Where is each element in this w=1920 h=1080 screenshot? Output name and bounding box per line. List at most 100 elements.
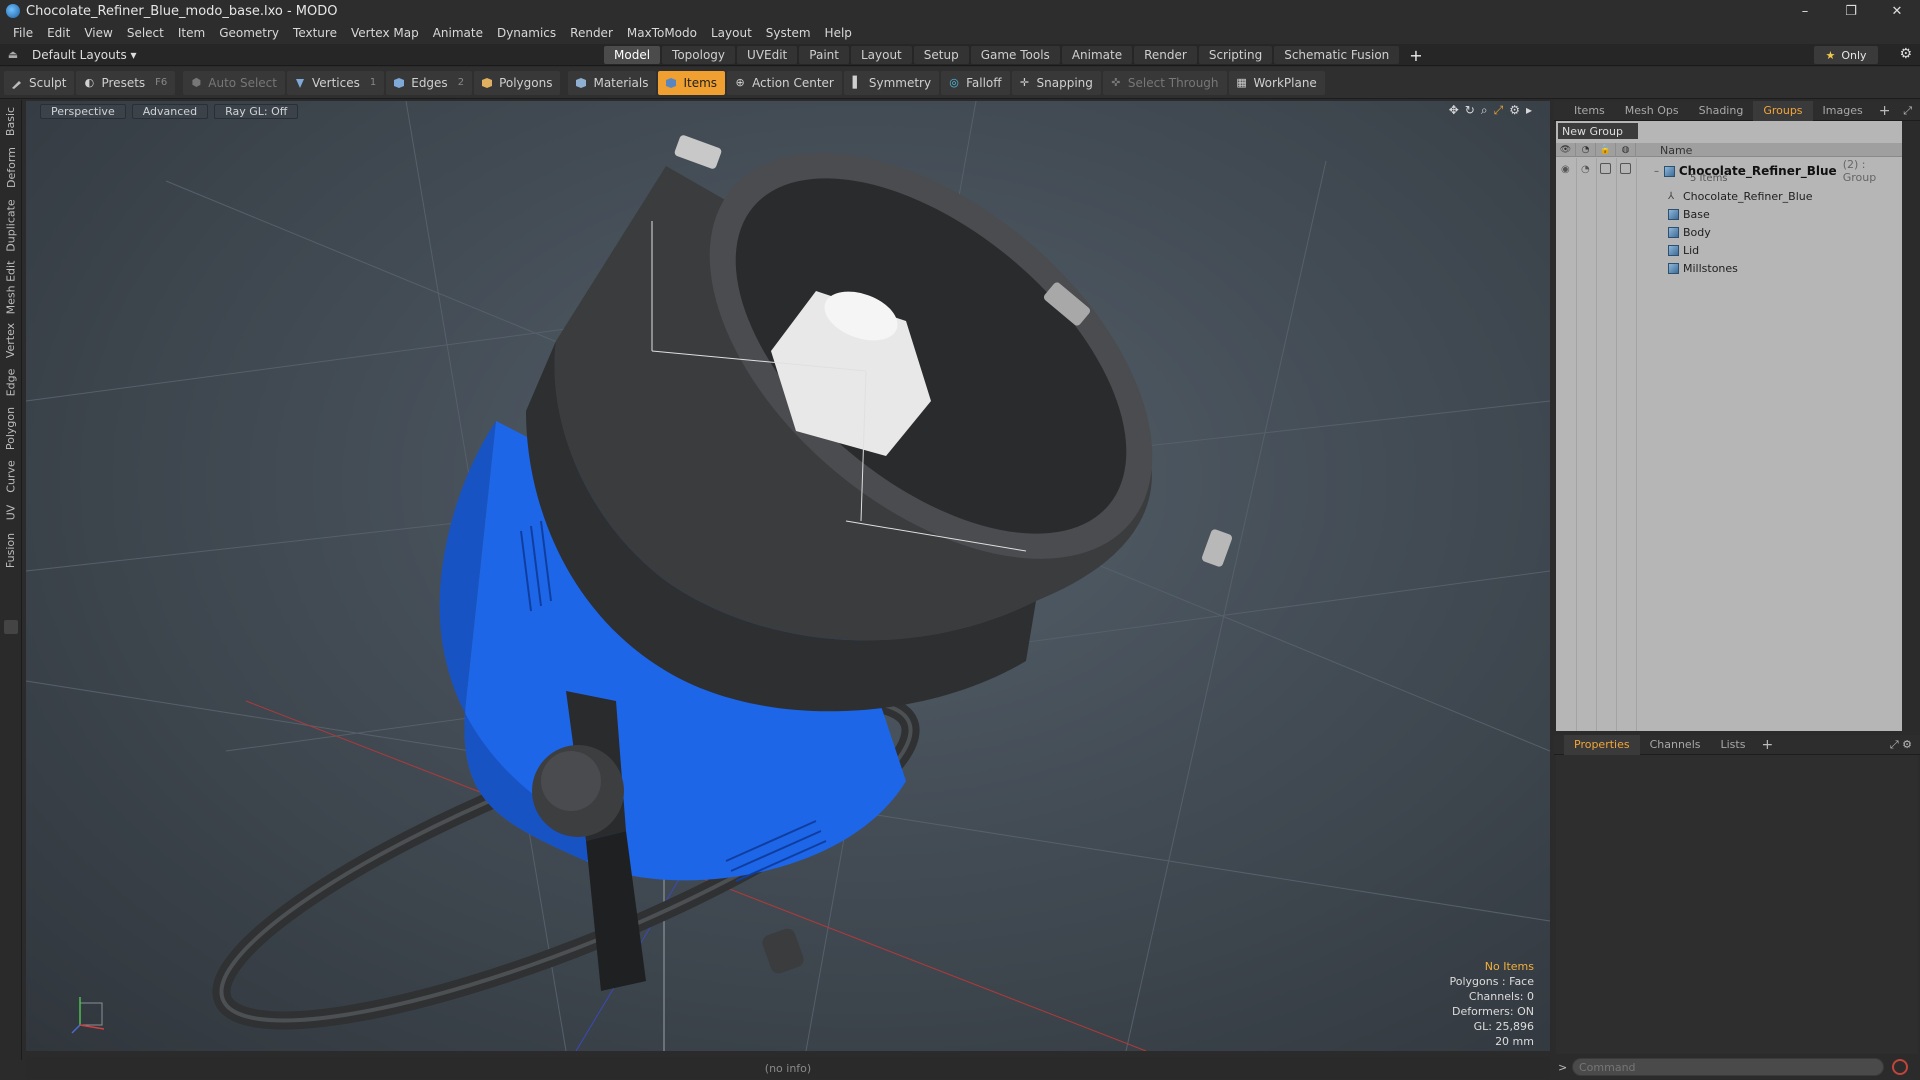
tab-setup[interactable]: Setup xyxy=(913,46,969,64)
properties-body xyxy=(1556,755,1918,1067)
restore-button[interactable]: ❐ xyxy=(1828,0,1874,22)
panel-expand-icon[interactable]: ⤢ xyxy=(1903,104,1912,118)
tab-render[interactable]: Render xyxy=(1134,46,1197,64)
menu-help[interactable]: Help xyxy=(818,26,859,40)
layout-pin-icon[interactable]: ⏏ xyxy=(0,48,26,61)
symmetry-button[interactable]: ▌ Symmetry xyxy=(843,70,940,95)
auto-select-button[interactable]: ⬢ Auto Select xyxy=(183,70,285,95)
tree-item[interactable]: Body xyxy=(1556,223,1902,241)
add-panel-tab-button[interactable]: + xyxy=(1873,103,1897,119)
tab-game-tools[interactable]: Game Tools xyxy=(970,46,1060,64)
tab-properties[interactable]: Properties xyxy=(1564,734,1640,755)
tree-item[interactable]: ⅄ Chocolate_Refiner_Blue xyxy=(1556,187,1902,205)
tab-scripting[interactable]: Scripting xyxy=(1198,46,1273,64)
tab-model[interactable]: Model xyxy=(604,46,661,64)
left-tab-duplicate[interactable]: Duplicate xyxy=(0,196,22,254)
tree-item[interactable]: Millstones xyxy=(1556,259,1902,277)
left-tab-uv[interactable]: UV xyxy=(0,500,22,524)
vertices-button[interactable]: Vertices 1 xyxy=(286,70,385,95)
left-tab-curve[interactable]: Curve xyxy=(0,458,22,494)
tab-images[interactable]: Images xyxy=(1813,101,1873,121)
tab-items[interactable]: Items xyxy=(1564,101,1615,121)
name-column-header[interactable]: Name xyxy=(1656,143,1692,157)
close-button[interactable]: ✕ xyxy=(1874,0,1920,22)
items-button[interactable]: Items xyxy=(658,70,726,95)
gear-icon[interactable]: ⚙ xyxy=(1899,46,1912,62)
viewport-expand-icon[interactable]: ▸ xyxy=(1526,103,1532,118)
tab-lists[interactable]: Lists xyxy=(1711,735,1756,755)
tab-paint[interactable]: Paint xyxy=(799,46,849,64)
group-row[interactable]: – Chocolate_Refiner_Blue (2) : Group 5 I… xyxy=(1556,157,1902,185)
collapse-toggle-icon[interactable]: – xyxy=(1654,166,1664,177)
viewport-gear-icon[interactable]: ⚙ xyxy=(1509,103,1520,118)
properties-expand-icon[interactable]: ⤢ ⚙ xyxy=(1890,738,1912,752)
menu-edit[interactable]: Edit xyxy=(40,26,77,40)
menu-item[interactable]: Item xyxy=(171,26,212,40)
raygl-button[interactable]: Ray GL: Off xyxy=(214,103,299,119)
left-tab-mesh-edit[interactable]: Mesh Edit xyxy=(0,260,22,314)
pan-icon[interactable]: ✥ xyxy=(1449,103,1459,118)
tab-layout[interactable]: Layout xyxy=(850,46,912,64)
left-tab-deform[interactable]: Deform xyxy=(0,144,22,190)
materials-button[interactable]: Materials xyxy=(568,70,657,95)
render-column-icon[interactable]: ◔ xyxy=(1576,143,1596,157)
select-through-button[interactable]: ✜ Select Through xyxy=(1102,70,1227,95)
menu-maxtomodo[interactable]: MaxToModo xyxy=(620,26,704,40)
menu-render[interactable]: Render xyxy=(563,26,620,40)
menu-dynamics[interactable]: Dynamics xyxy=(490,26,563,40)
left-panel-toggle-button[interactable] xyxy=(4,620,18,634)
tree-item[interactable]: Base xyxy=(1556,205,1902,223)
new-group-button[interactable]: New Group xyxy=(1558,123,1638,139)
menu-view[interactable]: View xyxy=(77,26,119,40)
tab-groups[interactable]: Groups xyxy=(1753,100,1813,121)
falloff-button[interactable]: ◎ Falloff xyxy=(941,70,1010,95)
tab-uvedit[interactable]: UVEdit xyxy=(737,46,798,64)
rotate-icon[interactable]: ↻ xyxy=(1465,103,1475,118)
workplane-button[interactable]: ▦ WorkPlane xyxy=(1228,70,1325,95)
left-tab-basic[interactable]: Basic xyxy=(0,104,22,138)
left-tab-polygon[interactable]: Polygon xyxy=(0,404,22,452)
menu-texture[interactable]: Texture xyxy=(286,26,344,40)
view-mode-button[interactable]: Perspective xyxy=(40,103,126,119)
menu-animate[interactable]: Animate xyxy=(426,26,490,40)
shading-mode-button[interactable]: Advanced xyxy=(131,103,209,119)
presets-button[interactable]: ◐ Presets F6 xyxy=(76,70,176,95)
sculpt-button[interactable]: Sculpt xyxy=(4,70,75,95)
minimize-button[interactable]: – xyxy=(1782,0,1828,22)
tab-shading[interactable]: Shading xyxy=(1689,101,1754,121)
tab-mesh-ops[interactable]: Mesh Ops xyxy=(1615,101,1689,121)
only-toggle-button[interactable]: ★ Only xyxy=(1814,46,1878,64)
command-history-button[interactable] xyxy=(1892,1059,1908,1075)
visibility-column-icon[interactable]: 👁 xyxy=(1556,143,1576,157)
command-input[interactable] xyxy=(1572,1058,1884,1076)
add-layout-tab-button[interactable]: + xyxy=(1401,46,1430,65)
tree-item[interactable]: Lid xyxy=(1556,241,1902,259)
menu-vertex-map[interactable]: Vertex Map xyxy=(344,26,426,40)
tab-animate[interactable]: Animate xyxy=(1061,46,1133,64)
layout-selector[interactable]: Default Layouts ▾ xyxy=(26,48,143,62)
snapping-button[interactable]: ✛ Snapping xyxy=(1011,70,1101,95)
left-tab-vertex[interactable]: Vertex xyxy=(0,320,22,360)
select-column-icon[interactable]: ◍ xyxy=(1616,143,1636,157)
action-center-button[interactable]: ⊕ Action Center xyxy=(727,70,842,95)
mesh-icon xyxy=(1668,262,1679,274)
lock-column-icon[interactable]: 🔒 xyxy=(1596,143,1616,157)
3d-viewport[interactable]: Perspective Advanced Ray GL: Off ✥ ↻ ⌕ ⤢… xyxy=(26,101,1550,1051)
menu-geometry[interactable]: Geometry xyxy=(212,26,286,40)
polygons-button[interactable]: Polygons xyxy=(474,70,561,95)
tab-channels[interactable]: Channels xyxy=(1640,735,1711,755)
edges-button[interactable]: Edges 2 xyxy=(386,70,473,95)
tab-schematic-fusion[interactable]: Schematic Fusion xyxy=(1274,46,1400,64)
add-properties-tab-button[interactable]: + xyxy=(1755,737,1779,753)
menu-file[interactable]: File xyxy=(6,26,40,40)
menu-system[interactable]: System xyxy=(759,26,818,40)
left-tab-fusion[interactable]: Fusion xyxy=(0,530,22,570)
tab-topology[interactable]: Topology xyxy=(662,46,736,64)
fit-icon[interactable]: ⤢ xyxy=(1494,103,1504,118)
menu-layout[interactable]: Layout xyxy=(704,26,759,40)
groups-scrollbar[interactable] xyxy=(1904,121,1920,731)
zoom-icon[interactable]: ⌕ xyxy=(1481,103,1488,118)
menu-select[interactable]: Select xyxy=(120,26,171,40)
action-center-label: Action Center xyxy=(752,75,834,90)
left-tab-edge[interactable]: Edge xyxy=(0,366,22,398)
